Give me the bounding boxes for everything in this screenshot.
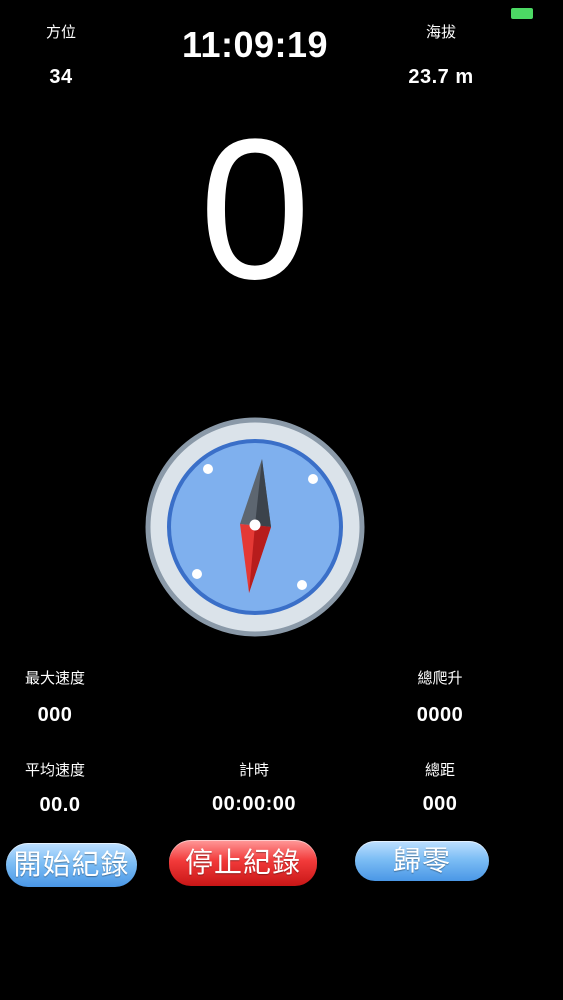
- total-distance-value: 000: [422, 793, 458, 815]
- altitude-value: 23.7 m: [408, 66, 474, 88]
- max-speed-value: 000: [37, 704, 73, 726]
- stop-record-button[interactable]: 停止紀錄: [169, 840, 317, 886]
- bearing-label: 方位: [45, 24, 76, 41]
- max-speed-label: 最大速度: [24, 670, 85, 687]
- reset-button[interactable]: 歸零: [355, 841, 489, 881]
- clock: 11:09:19: [181, 24, 329, 65]
- total-climb-value: 0000: [416, 704, 464, 726]
- compass-icon: [145, 417, 365, 637]
- avg-speed-value: 00.0: [39, 794, 81, 816]
- timer-label: 計時: [238, 762, 269, 779]
- altitude-label: 海拔: [425, 24, 456, 41]
- start-record-button[interactable]: 開始紀錄: [6, 843, 137, 887]
- total-climb-label: 總爬升: [417, 670, 463, 687]
- avg-speed-label: 平均速度: [24, 762, 85, 779]
- bearing-value: 34: [49, 66, 73, 88]
- timer-value: 00:00:00: [211, 793, 297, 815]
- total-distance-label: 總距: [424, 762, 455, 779]
- battery-icon: [511, 8, 533, 19]
- speed-value: 0: [199, 98, 311, 321]
